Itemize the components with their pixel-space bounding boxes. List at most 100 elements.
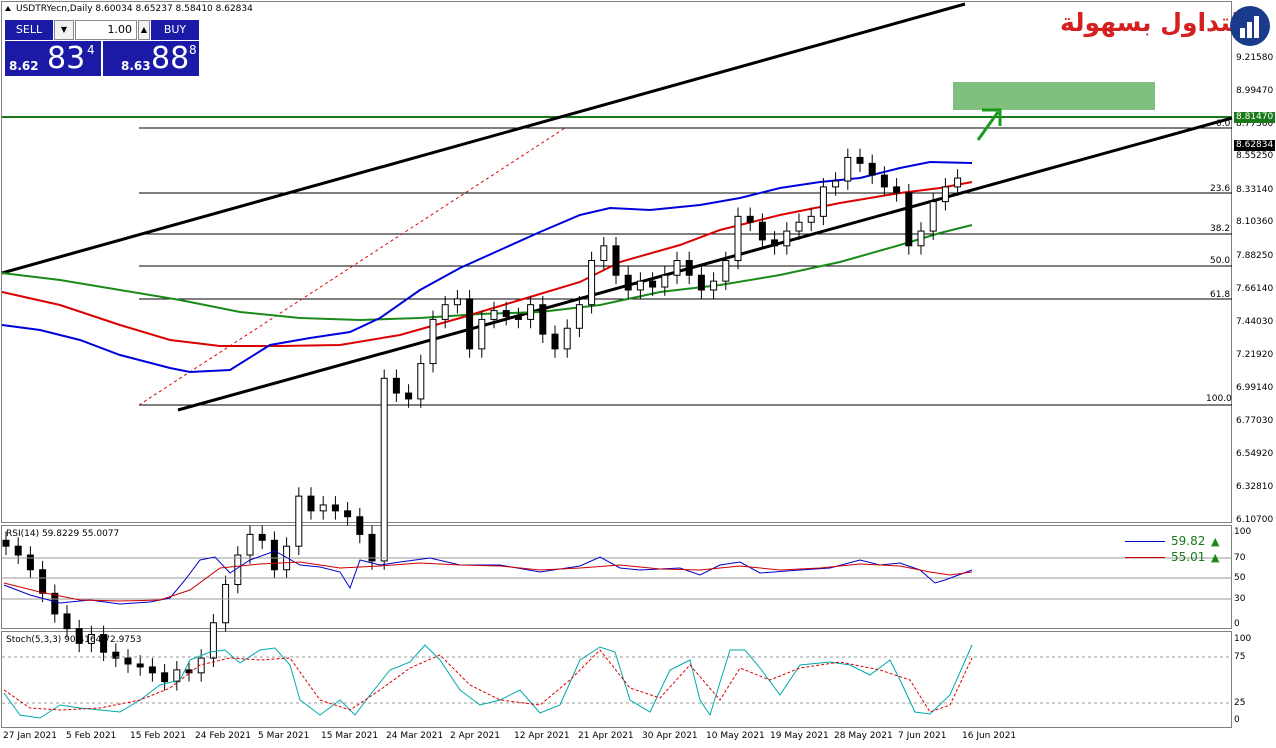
candle-body — [527, 304, 535, 320]
candle-body — [905, 192, 913, 247]
one-click-trading-panel: SELL ▼ 1.00 ▲ BUY 8.62 83 4 8.63 88 8 — [5, 20, 199, 76]
buy-price-sup: 8 — [189, 43, 197, 57]
candle-body — [490, 310, 498, 320]
rsi-axis-30: 30 — [1234, 594, 1246, 604]
candle-body — [380, 377, 388, 562]
candle-body — [356, 516, 364, 535]
candlestick-series — [2, 148, 962, 691]
candle-body — [893, 186, 901, 194]
candle-body — [941, 186, 949, 203]
candle-body — [368, 533, 376, 562]
candle-body — [222, 583, 230, 624]
date-axis-label: 21 Apr 2021 — [578, 731, 634, 741]
rsi-axis-70: 70 — [1234, 553, 1246, 563]
candle-body — [917, 230, 925, 247]
rsi-legend-blue: 59.82 ▲ — [1125, 534, 1225, 548]
candle-body — [246, 533, 254, 556]
candle-body — [417, 363, 425, 400]
sell-price-prefix: 8.62 — [9, 59, 39, 73]
rsi-axis-50: 50 — [1234, 573, 1246, 583]
candle-body — [722, 260, 730, 282]
candle-body — [514, 315, 522, 320]
candle-body — [307, 495, 315, 512]
candle-body — [697, 274, 705, 291]
lot-size-input[interactable]: 1.00 — [75, 20, 137, 40]
candle-body — [26, 554, 34, 571]
sell-button[interactable]: SELL — [5, 20, 53, 40]
lower-channel-line — [177, 116, 1233, 412]
candle-body — [661, 274, 669, 288]
candle-body — [636, 280, 644, 291]
buy-button[interactable]: BUY — [151, 20, 199, 40]
date-axis-label: 5 Feb 2021 — [66, 731, 117, 741]
collapse-triangle-icon[interactable] — [5, 6, 11, 11]
candle-body — [124, 657, 132, 665]
candle-body — [344, 510, 352, 518]
price-axis-label: 6.32810 — [1236, 482, 1274, 492]
price-axis-label: 8.10360 — [1236, 217, 1274, 227]
candle-body — [832, 180, 840, 188]
candle-body — [429, 318, 437, 365]
up-triangle-icon: ▲ — [1211, 535, 1220, 548]
candle-body — [209, 622, 217, 659]
candle-body — [319, 504, 327, 512]
rsi-axis-0: 0 — [1234, 619, 1240, 629]
target-arrow-icon — [976, 108, 1002, 141]
candle-body — [478, 318, 486, 350]
buy-price-box[interactable]: 8.63 88 8 — [103, 41, 199, 76]
candle-body — [63, 613, 71, 630]
candle-body — [2, 539, 10, 547]
candle-body — [649, 280, 657, 288]
candle-body — [51, 592, 59, 615]
price-axis-label: 6.10700 — [1236, 515, 1274, 525]
fib-label-38-2: 38.2 — [1210, 224, 1231, 234]
stoch-axis-100: 100 — [1234, 634, 1252, 644]
candle-body — [807, 215, 815, 223]
chart-svg — [1, 2, 1233, 719]
fib-label-61-8: 61.8 — [1210, 290, 1231, 300]
resistance-price-tag: 8.81470 — [1234, 112, 1276, 123]
sell-price-sup: 4 — [87, 43, 95, 57]
sell-price-big: 83 — [47, 41, 86, 76]
date-axis-label: 5 Mar 2021 — [258, 731, 310, 741]
rsi-title: RSI(14) 59.8229 55.0077 — [6, 529, 120, 539]
candle-body — [746, 215, 754, 223]
target-zone — [953, 82, 1155, 110]
ma-slow-line — [1, 224, 973, 322]
price-axis-label: 7.44030 — [1236, 317, 1274, 327]
stoch-axis-25: 25 — [1234, 698, 1246, 708]
date-axis-label: 15 Mar 2021 — [321, 731, 379, 741]
candle-body — [612, 245, 620, 276]
date-axis-label: 24 Feb 2021 — [195, 731, 252, 741]
candle-body — [258, 533, 266, 541]
buy-price-prefix: 8.63 — [121, 59, 151, 73]
stoch-axis-75: 75 — [1234, 652, 1246, 662]
candle-body — [856, 156, 864, 164]
stoch-title: Stoch(5,3,3) 90.4164 72.9753 — [6, 635, 142, 645]
date-axis-label: 19 May 2021 — [770, 731, 829, 741]
candle-body — [331, 504, 339, 512]
stoch-k-line — [3, 644, 973, 719]
symbol-header: USDTRYecn,Daily 8.60034 8.65237 8.58410 … — [16, 4, 253, 14]
candle-body — [502, 310, 510, 317]
candle-body — [685, 260, 693, 276]
date-axis-label: 10 May 2021 — [706, 731, 765, 741]
fib-label-23-6: 23.6 — [1210, 184, 1231, 194]
candle-body — [392, 377, 400, 394]
stoch-levels — [2, 656, 1232, 704]
sell-price-box[interactable]: 8.62 83 4 — [5, 41, 101, 76]
candle-body — [539, 304, 547, 335]
candle-body — [563, 327, 571, 350]
price-axis-label: 7.88250 — [1236, 251, 1274, 261]
candle-body — [673, 260, 681, 276]
candle-body — [734, 215, 742, 262]
lot-decrease-button[interactable]: ▼ — [54, 20, 74, 40]
date-axis-label: 2 Apr 2021 — [450, 731, 500, 741]
candle-body — [136, 663, 144, 668]
price-axis-label: 6.77030 — [1236, 416, 1274, 426]
candle-body — [551, 333, 559, 350]
price-axis-label: 8.33140 — [1236, 185, 1274, 195]
candle-body — [783, 230, 791, 247]
lot-increase-button[interactable]: ▲ — [138, 20, 150, 40]
candle-body — [441, 304, 449, 320]
